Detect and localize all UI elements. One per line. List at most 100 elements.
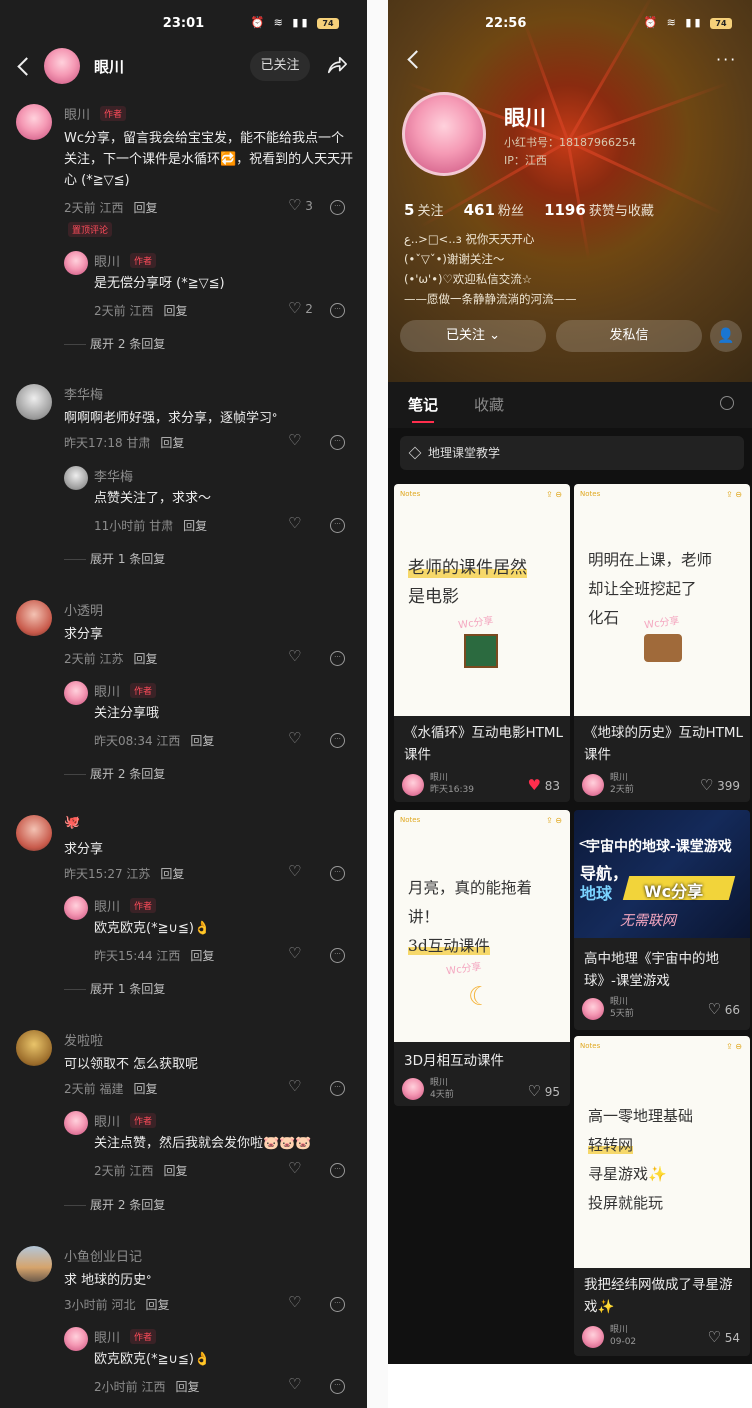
note-like[interactable]: ♡ 399 [700,776,740,794]
commenter-avatar[interactable] [16,1246,52,1282]
like-button[interactable]: ♡ [288,729,301,747]
following-button[interactable]: 已关注 ⌄ [400,320,546,352]
reply-button[interactable]: 回复 [190,734,214,748]
commenter-name[interactable]: 小透明 [64,600,103,619]
comment-icon[interactable]: ··· [330,1297,345,1312]
note-card[interactable]: 宇宙中的地球-课堂游戏 < 导航， 地球 Wc分享 无需联网 高中地理《宇宙中的… [574,810,750,1030]
expand-replies[interactable]: 展开 2 条回复 [64,1196,165,1213]
replier-avatar[interactable] [64,1111,88,1135]
reply-button[interactable]: 回复 [190,949,214,963]
reply-button[interactable]: 回复 [133,652,157,666]
replier-avatar[interactable] [64,466,88,490]
message-button[interactable]: 发私信 [556,320,702,352]
expand-replies[interactable]: 展开 1 条回复 [64,550,165,567]
add-friend-icon[interactable]: 👤 [710,320,742,352]
like-button[interactable]: ♡ [288,514,301,532]
like-button[interactable]: ♡ [288,1077,301,1095]
following-stat[interactable]: 5 关注 [404,201,443,219]
reply-text[interactable]: 关注分享哦 [94,703,354,724]
note-like[interactable]: ♡ 54 [707,1328,740,1346]
like-button[interactable]: ♡ [288,862,301,880]
reply-button[interactable]: 回复 [163,1164,187,1178]
comment-icon[interactable]: ··· [330,435,345,450]
note-like[interactable]: ♡ 95 [527,1082,560,1100]
note-card[interactable]: Notes ⇪ ⊖ 高一零地理基础 轻转网 寻星游戏✨ 投屏就能玩 我把经纬网做成了寻… [574,1036,750,1356]
commenter-avatar[interactable] [16,815,52,851]
like-button[interactable]: ♡ 3 [288,196,313,214]
replier-avatar[interactable] [64,1327,88,1351]
comment-icon[interactable]: ··· [330,1163,345,1178]
commenter-name[interactable]: 🐙 [64,815,80,830]
commenter-name[interactable]: 李华梅 [64,384,103,403]
reply-button[interactable]: 回复 [145,1298,169,1312]
comment-text[interactable]: 求分享 [64,624,354,645]
expand-replies[interactable]: 展开 2 条回复 [64,335,165,352]
comment-icon[interactable]: ··· [330,303,345,318]
comment-icon[interactable]: ··· [330,651,345,666]
replier-name[interactable]: 李华梅 [94,466,133,485]
commenter-name[interactable]: 发啦啦 [64,1030,103,1049]
reply-button[interactable]: 回复 [160,867,184,881]
replier-avatar[interactable] [64,681,88,705]
note-card[interactable]: Notes ⇪ ⊖ 明明在上课，老师 却让全班挖起了 化石 Wc分享 《地球的历史》… [574,484,750,802]
like-button[interactable]: ♡ [288,647,301,665]
comment-icon[interactable]: ··· [330,200,345,215]
replier-name[interactable]: 眼川 [94,896,120,915]
like-button[interactable]: ♡ [288,1375,301,1393]
collection-bar[interactable]: 地理课堂教学 [400,436,744,470]
reply-text[interactable]: 欧克欧克(*≧∪≦)👌 [94,918,354,939]
like-button[interactable]: ♡ 2 [288,299,313,317]
reply-button[interactable]: 回复 [163,304,187,318]
reply-button[interactable]: 回复 [175,1380,199,1394]
more-icon[interactable]: ··· [716,50,737,69]
commenter-name[interactable]: 眼川 [64,104,90,123]
expand-replies[interactable]: 展开 1 条回复 [64,980,165,997]
note-like[interactable]: ♥ 83 [527,776,560,794]
like-button[interactable]: ♡ [288,431,301,449]
tab-collections[interactable]: 收藏 [474,394,504,415]
comment-icon[interactable]: ··· [330,518,345,533]
replier-name[interactable]: 眼川 [94,1111,120,1130]
comment-text[interactable]: 可以领取不 怎么获取呢 [64,1054,354,1075]
commenter-avatar[interactable] [16,600,52,636]
replier-name[interactable]: 眼川 [94,681,120,700]
commenter-avatar[interactable] [16,104,52,140]
likes-stat[interactable]: 1196 获赞与收藏 [544,201,654,219]
note-card[interactable]: Notes ⇪ ⊖ 月亮，真的能拖着 讲！ 3d互动课件 Wc分享 ☾ 3D月相互动… [394,810,570,1106]
like-button[interactable]: ♡ [288,944,301,962]
comment-text[interactable]: 求分享 [64,839,354,860]
note-card[interactable]: Notes ⇪ ⊖ 老师的课件居然 是电影 Wc分享 《水循环》互动电影HTML课… [394,484,570,802]
profile-id[interactable]: 小红书号：18187966254 [504,134,636,150]
reply-button[interactable]: 回复 [133,1082,157,1096]
reply-text[interactable]: 是无偿分享呀 (*≧▽≦) [94,273,354,294]
commenter-avatar[interactable] [16,1030,52,1066]
comment-icon[interactable]: ··· [330,733,345,748]
replier-name[interactable]: 眼川 [94,251,120,270]
reply-button[interactable]: 回复 [183,519,207,533]
search-icon[interactable] [720,396,734,410]
author-avatar[interactable] [44,48,80,84]
comment-text[interactable]: 求 地球的历史ᐤ [64,1270,354,1291]
back-arrow-icon[interactable] [17,57,36,76]
like-button[interactable]: ♡ [288,1293,301,1311]
like-button[interactable]: ♡ [288,1159,301,1177]
comment-icon[interactable]: ··· [330,866,345,881]
fans-stat[interactable]: 461 粉丝 [464,201,524,219]
author-name[interactable]: 眼川 [94,56,124,77]
following-button[interactable]: 已关注 [250,51,310,81]
replier-avatar[interactable] [64,251,88,275]
reply-text[interactable]: 欧克欧克(*≧∪≦)👌 [94,1349,354,1370]
comment-icon[interactable]: ··· [330,948,345,963]
back-arrow-icon[interactable] [407,50,426,69]
tab-notes[interactable]: 笔记 [408,394,438,423]
commenter-avatar[interactable] [16,384,52,420]
reply-text[interactable]: 关注点赞，然后我就会发你啦🐷🐷🐷 [94,1133,354,1154]
reply-text[interactable]: 点赞关注了，求求～ [94,488,354,509]
comment-text[interactable]: Wc分享，留言我会给宝宝发，能不能给我点一个关注，下一个课件是水循环🔁，祝看到的… [64,128,354,191]
expand-replies[interactable]: 展开 2 条回复 [64,765,165,782]
replier-name[interactable]: 眼川 [94,1327,120,1346]
share-icon[interactable] [326,54,348,76]
replier-avatar[interactable] [64,896,88,920]
commenter-name[interactable]: 小鱼创业日记 [64,1246,142,1265]
comment-text[interactable]: 啊啊啊老师好强，求分享，逐帧学习ᐤ [64,408,354,429]
